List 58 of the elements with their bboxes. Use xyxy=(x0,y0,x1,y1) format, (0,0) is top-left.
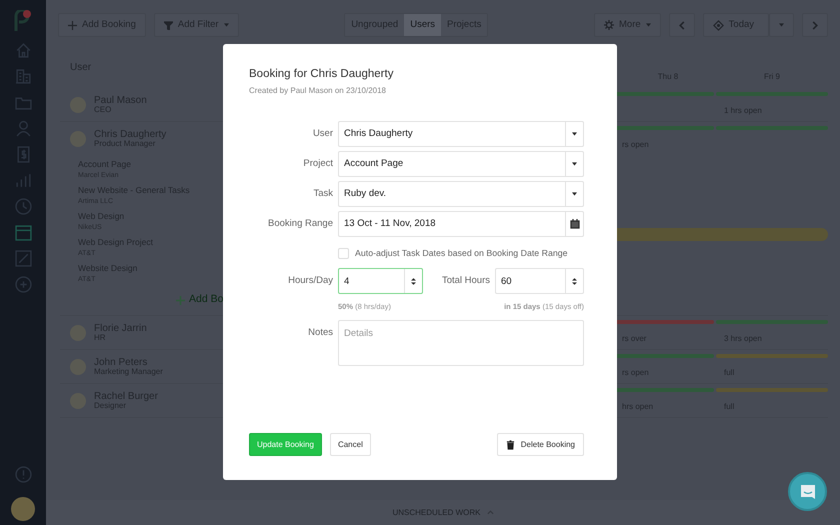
checkbox-label: Auto-adjust Task Dates based on Booking Date Range xyxy=(355,247,568,260)
caret-icon xyxy=(572,132,577,136)
field-label: Total Hours xyxy=(440,274,490,288)
add-booking-link[interactable]: Add Bo xyxy=(189,292,224,308)
dialog-title: Booking for Chris Daugherty xyxy=(249,67,394,82)
clock-icon[interactable] xyxy=(14,198,32,215)
filter-icon xyxy=(164,20,173,30)
add-circle-icon[interactable] xyxy=(14,276,32,293)
logo-icon[interactable] xyxy=(13,10,33,32)
notes-field[interactable]: Details xyxy=(338,320,584,366)
dollar-document-icon[interactable] xyxy=(14,146,32,163)
gear-icon xyxy=(604,20,614,30)
chevron-right-icon xyxy=(812,20,818,30)
chat-icon xyxy=(798,482,816,500)
field-label: Hours/Day xyxy=(287,274,333,288)
grouping-tab[interactable]: Users xyxy=(404,14,442,36)
field-label: Booking Range xyxy=(267,217,333,232)
field-label: Notes xyxy=(307,326,333,340)
alert-circle-icon[interactable] xyxy=(14,466,32,483)
spinner-icon[interactable] xyxy=(411,276,416,286)
select-field[interactable]: Chris Daugherty xyxy=(338,121,584,148)
trash-icon xyxy=(506,440,515,450)
caret-icon xyxy=(646,23,651,27)
select-field[interactable]: Ruby dev. xyxy=(338,181,584,208)
buildings-icon[interactable] xyxy=(14,68,32,85)
field-label: Task xyxy=(312,187,333,202)
calendar-icon[interactable] xyxy=(14,224,32,241)
date-range-field[interactable]: 13 Oct - 11 Nov, 2018 xyxy=(338,211,584,238)
home-icon[interactable] xyxy=(14,42,32,59)
field-label: User xyxy=(312,127,333,142)
user-icon[interactable] xyxy=(14,120,32,137)
plus-icon xyxy=(176,296,185,304)
bar-chart-icon[interactable] xyxy=(14,172,32,189)
dialog-subtitle: Created by Paul Mason on 23/10/2018 xyxy=(249,85,387,98)
plus-icon xyxy=(68,20,77,30)
dropdown-button[interactable] xyxy=(769,13,794,37)
number-field[interactable]: 4 xyxy=(338,268,423,294)
caret-icon xyxy=(224,23,229,27)
chat-button[interactable] xyxy=(788,472,827,511)
number-field[interactable]: 60 xyxy=(495,268,584,294)
spinner-icon[interactable] xyxy=(572,276,577,286)
caret-icon xyxy=(572,192,577,196)
calendar-icon xyxy=(570,219,580,230)
chevron-up-icon xyxy=(486,510,494,515)
checkbox[interactable] xyxy=(338,248,349,260)
delete-booking-button[interactable]: Delete Booking xyxy=(496,433,584,456)
select-field[interactable]: Account Page xyxy=(338,151,584,178)
caret-icon xyxy=(779,23,784,27)
field-label: Project xyxy=(302,157,333,172)
previous-button[interactable] xyxy=(668,13,695,37)
next-button[interactable] xyxy=(802,13,828,37)
chevron-left-icon xyxy=(678,20,685,30)
caret-icon xyxy=(572,162,577,166)
edit-icon[interactable] xyxy=(14,250,32,267)
crosshair-icon xyxy=(712,20,724,30)
update-booking-button[interactable]: Update Booking xyxy=(249,433,322,456)
cancel-button[interactable]: Cancel xyxy=(330,433,371,456)
user-avatar[interactable] xyxy=(11,497,35,521)
